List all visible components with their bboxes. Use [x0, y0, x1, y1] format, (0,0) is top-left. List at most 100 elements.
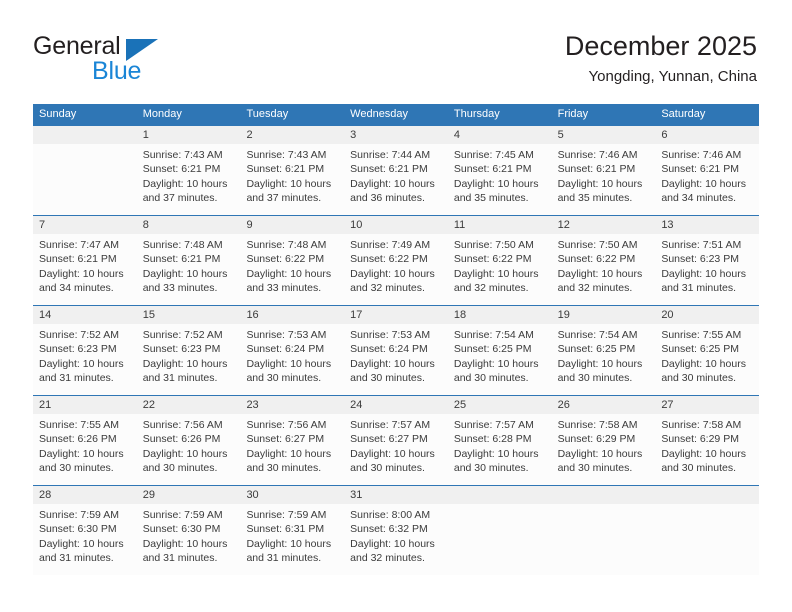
general-blue-logo[interactable]: General Blue — [33, 32, 253, 88]
day-cell[interactable]: Sunrise: 7:52 AM Sunset: 6:23 PM Dayligh… — [137, 324, 241, 395]
day-cell[interactable]: Sunrise: 7:44 AM Sunset: 6:21 PM Dayligh… — [344, 144, 448, 215]
day-cell[interactable]: Sunrise: 7:56 AM Sunset: 6:26 PM Dayligh… — [137, 414, 241, 485]
title-block: December 2025 Yongding, Yunnan, China — [565, 30, 757, 88]
daylight-text-line2: and 34 minutes. — [39, 281, 114, 294]
day-number[interactable]: 10 — [344, 216, 448, 234]
day-cell[interactable]: Sunrise: 7:56 AM Sunset: 6:27 PM Dayligh… — [240, 414, 344, 485]
day-number[interactable]: 8 — [137, 216, 241, 234]
day-number[interactable]: 19 — [552, 306, 656, 324]
day-cell[interactable]: Sunrise: 7:55 AM Sunset: 6:26 PM Dayligh… — [33, 414, 137, 485]
day-cell[interactable]: Sunrise: 7:58 AM Sunset: 6:29 PM Dayligh… — [552, 414, 656, 485]
daylight-text-line2: and 32 minutes. — [350, 281, 425, 294]
weekday-header-monday: Monday — [142, 108, 182, 120]
day-number[interactable]: 17 — [344, 306, 448, 324]
day-cell[interactable]: Sunrise: 7:43 AM Sunset: 6:21 PM Dayligh… — [240, 144, 344, 215]
day-number[interactable]: 12 — [552, 216, 656, 234]
day-number[interactable]: 22 — [137, 396, 241, 414]
day-number[interactable]: 21 — [33, 396, 137, 414]
day-cell[interactable]: Sunrise: 7:54 AM Sunset: 6:25 PM Dayligh… — [448, 324, 552, 395]
day-number[interactable] — [448, 486, 552, 504]
day-number[interactable]: 14 — [33, 306, 137, 324]
sunset-text: Sunset: 6:28 PM — [453, 433, 532, 446]
day-cell[interactable] — [448, 504, 552, 575]
day-cell[interactable]: Sunrise: 7:43 AM Sunset: 6:21 PM Dayligh… — [137, 144, 241, 215]
day-number[interactable]: 25 — [448, 396, 552, 414]
daylight-text-line2: and 30 minutes. — [557, 461, 633, 474]
day-cell[interactable]: Sunrise: 7:53 AM Sunset: 6:24 PM Dayligh… — [344, 324, 448, 395]
day-cell[interactable]: Sunrise: 7:58 AM Sunset: 6:29 PM Dayligh… — [655, 414, 759, 485]
day-number[interactable] — [33, 126, 137, 144]
day-cell[interactable]: Sunrise: 7:59 AM Sunset: 6:30 PM Dayligh… — [33, 504, 137, 575]
day-cell[interactable] — [552, 504, 656, 575]
sunset-text: Sunset: 6:27 PM — [246, 433, 325, 446]
day-number[interactable]: 24 — [344, 396, 448, 414]
weekday-header-wednesday: Wednesday — [350, 108, 409, 120]
sunset-text: Sunset: 6:29 PM — [557, 433, 636, 446]
daylight-text-line2: and 30 minutes. — [246, 371, 322, 384]
day-cell[interactable]: Sunrise: 7:50 AM Sunset: 6:22 PM Dayligh… — [448, 234, 552, 305]
daylight-text-line1: Daylight: 10 hours — [142, 267, 228, 280]
day-cell[interactable]: Sunrise: 7:46 AM Sunset: 6:21 PM Dayligh… — [655, 144, 759, 215]
day-cell[interactable]: Sunrise: 7:47 AM Sunset: 6:21 PM Dayligh… — [33, 234, 137, 305]
day-number[interactable]: 4 — [448, 126, 552, 144]
day-number[interactable]: 7 — [33, 216, 137, 234]
daylight-text-line1: Daylight: 10 hours — [39, 537, 124, 550]
calendar-week-row: 14 15 16 17 18 19 20 Sunrise: 7:52 AM Su… — [33, 305, 759, 395]
day-number[interactable]: 18 — [448, 306, 552, 324]
daylight-text-line1: Daylight: 10 hours — [453, 267, 539, 280]
day-cell[interactable]: Sunrise: 7:59 AM Sunset: 6:31 PM Dayligh… — [240, 504, 344, 575]
daylight-text-line2: and 30 minutes. — [661, 461, 737, 474]
daylight-text-line1: Daylight: 10 hours — [246, 537, 332, 550]
day-number[interactable]: 15 — [137, 306, 241, 324]
day-number[interactable]: 30 — [240, 486, 344, 504]
daylight-text-line1: Daylight: 10 hours — [557, 177, 643, 190]
day-cell[interactable]: Sunrise: 7:52 AM Sunset: 6:23 PM Dayligh… — [33, 324, 137, 395]
day-number[interactable] — [655, 486, 759, 504]
day-cell[interactable]: Sunrise: 8:00 AM Sunset: 6:32 PM Dayligh… — [344, 504, 448, 575]
day-cell[interactable] — [33, 144, 137, 215]
day-number[interactable] — [552, 486, 656, 504]
day-number[interactable]: 9 — [240, 216, 344, 234]
day-cell[interactable]: Sunrise: 7:49 AM Sunset: 6:22 PM Dayligh… — [344, 234, 448, 305]
day-number[interactable]: 28 — [33, 486, 137, 504]
daylight-text-line2: and 30 minutes. — [453, 461, 529, 474]
week-day-numbers: 28 29 30 31 — [33, 486, 759, 504]
day-number[interactable]: 3 — [344, 126, 448, 144]
day-cell[interactable]: Sunrise: 7:57 AM Sunset: 6:28 PM Dayligh… — [448, 414, 552, 485]
day-cell[interactable]: Sunrise: 7:53 AM Sunset: 6:24 PM Dayligh… — [240, 324, 344, 395]
day-number[interactable]: 23 — [240, 396, 344, 414]
daylight-text-line1: Daylight: 10 hours — [142, 357, 228, 370]
day-cell[interactable]: Sunrise: 7:55 AM Sunset: 6:25 PM Dayligh… — [655, 324, 759, 395]
day-cell[interactable]: Sunrise: 7:46 AM Sunset: 6:21 PM Dayligh… — [552, 144, 656, 215]
sunrise-text: Sunrise: 7:51 AM — [661, 239, 742, 251]
daylight-text-line1: Daylight: 10 hours — [246, 267, 332, 280]
day-number[interactable]: 20 — [655, 306, 759, 324]
day-number[interactable]: 27 — [655, 396, 759, 414]
daylight-text-line2: and 31 minutes. — [39, 551, 114, 564]
day-number[interactable]: 2 — [240, 126, 344, 144]
day-cell[interactable]: Sunrise: 7:50 AM Sunset: 6:22 PM Dayligh… — [552, 234, 656, 305]
day-cell[interactable]: Sunrise: 7:51 AM Sunset: 6:23 PM Dayligh… — [655, 234, 759, 305]
day-cell[interactable] — [655, 504, 759, 575]
day-number[interactable]: 13 — [655, 216, 759, 234]
day-cell[interactable]: Sunrise: 7:48 AM Sunset: 6:22 PM Dayligh… — [240, 234, 344, 305]
sunrise-text: Sunrise: 7:54 AM — [557, 329, 638, 341]
day-number[interactable]: 11 — [448, 216, 552, 234]
sunrise-text: Sunrise: 7:59 AM — [39, 509, 119, 521]
day-cell[interactable]: Sunrise: 7:48 AM Sunset: 6:21 PM Dayligh… — [137, 234, 241, 305]
day-cell[interactable]: Sunrise: 7:45 AM Sunset: 6:21 PM Dayligh… — [448, 144, 552, 215]
daylight-text-line1: Daylight: 10 hours — [661, 177, 746, 190]
day-number[interactable]: 5 — [552, 126, 656, 144]
daylight-text-line2: and 30 minutes. — [246, 461, 322, 474]
calendar-week-row: 7 8 9 10 11 12 13 Sunrise: 7:47 AM Sunse… — [33, 215, 759, 305]
day-cell[interactable]: Sunrise: 7:57 AM Sunset: 6:27 PM Dayligh… — [344, 414, 448, 485]
day-number[interactable]: 26 — [552, 396, 656, 414]
day-cell[interactable]: Sunrise: 7:59 AM Sunset: 6:30 PM Dayligh… — [137, 504, 241, 575]
day-number[interactable]: 6 — [655, 126, 759, 144]
day-cell[interactable]: Sunrise: 7:54 AM Sunset: 6:25 PM Dayligh… — [552, 324, 656, 395]
day-number[interactable]: 31 — [344, 486, 448, 504]
day-number[interactable]: 29 — [137, 486, 241, 504]
page-title: December 2025 — [564, 31, 757, 61]
day-number[interactable]: 16 — [240, 306, 344, 324]
day-number[interactable]: 1 — [137, 126, 241, 144]
